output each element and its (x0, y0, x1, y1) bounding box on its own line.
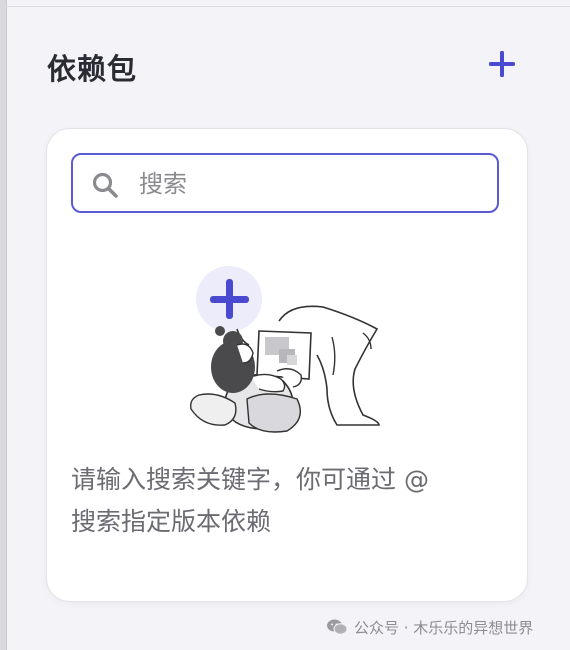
dependency-card: 请输入搜索关键字，你可通过 @ 搜索指定版本依赖 (46, 128, 528, 602)
search-input[interactable] (137, 163, 491, 205)
left-border-line (6, 0, 7, 650)
watermark: 公众号 · 木乐乐的异想世界 (326, 616, 533, 638)
empty-state-line-2: 搜索指定版本依赖 (71, 507, 272, 536)
panel-title: 依赖包 (47, 52, 138, 86)
search-icon (92, 172, 118, 198)
add-dependency-button[interactable] (484, 46, 520, 82)
search-box[interactable] (71, 153, 499, 213)
top-divider (6, 6, 570, 7)
empty-state-line-1: 请输入搜索关键字，你可通过 @ (71, 465, 429, 494)
empty-state-illustration (189, 266, 380, 433)
empty-state-message: 请输入搜索关键字，你可通过 @ 搜索指定版本依赖 (71, 459, 511, 543)
watermark-text: 公众号 · 木乐乐的异想世界 (354, 618, 534, 637)
wechat-icon (327, 619, 348, 635)
plus-icon (489, 51, 515, 77)
